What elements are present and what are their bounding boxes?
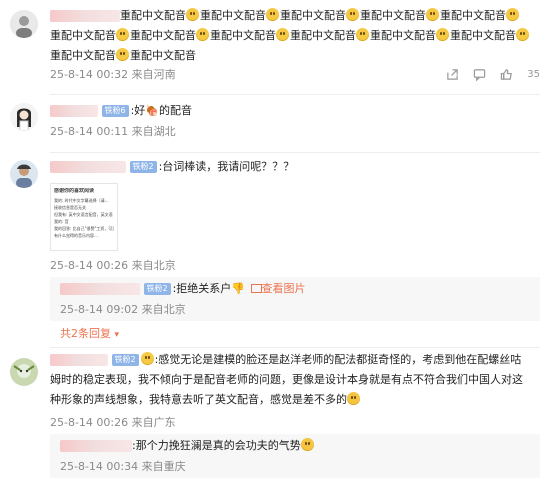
emoji-icon (436, 28, 449, 41)
fan-badge: 铁粉6 (101, 105, 129, 117)
repeated-text: 重配中文配音 (290, 29, 356, 42)
image-text-line: 感谢你的喜欢阅读 (54, 188, 95, 194)
image-text-line: 我的回答: 比自己"很赞"工资，可没 (54, 226, 114, 231)
view-image-link[interactable]: 查看图片 (262, 282, 306, 295)
avatar[interactable] (10, 160, 38, 188)
comment-icon[interactable] (473, 68, 486, 81)
repeated-text: 重配中文配音 (450, 29, 516, 42)
emoji-icon (276, 28, 289, 41)
comment-meta: 25-8-14 00:11 来自湖北 (50, 125, 176, 138)
comment: 铁粉6:好🍖的配音 25-8-14 00:11 来自湖北 (0, 95, 550, 153)
username[interactable] (50, 354, 108, 366)
emoji-icon (516, 28, 529, 41)
emoji-icon (356, 28, 369, 41)
reply-meta: 25-8-14 09:02 来自北京 (60, 303, 186, 316)
emoji-icon (426, 8, 439, 21)
like-count: 35 (527, 69, 540, 80)
fan-badge: 铁粉2 (143, 283, 171, 295)
comment-text: 铁粉2:感觉无论是建模的脸还是赵洋老师的配法都挺奇怪的，考虑到他在配螺丝咕姆时的… (50, 352, 523, 406)
reply-box: 铁粉2:拒绝关系户👎 查看图片 25-8-14 09:02 来自北京 (50, 277, 540, 321)
reply-text: 铁粉2:拒绝关系户👎 查看图片 (60, 279, 530, 299)
repeated-text: 重配中文配音 (130, 49, 196, 62)
comment-text: 重配中文配音 重配中文配音 重配中文配音 重配中文配音 重配中文配音重配中文配音 重配中文… (50, 6, 530, 66)
emoji-icon (196, 28, 209, 41)
avatar[interactable] (10, 10, 38, 38)
image-text-line: 我的: 时代中文字幕选择（请… (54, 198, 109, 203)
emoji-icon (186, 8, 199, 21)
fan-badge: 铁粉2 (129, 161, 157, 173)
username[interactable] (50, 105, 98, 117)
emoji-icon (346, 8, 359, 21)
reply-meta: 25-8-14 00:34 来自重庆 (60, 460, 186, 473)
username[interactable] (50, 161, 126, 173)
repeated-text: 重配中文配音 (200, 9, 266, 22)
emoji-icon (140, 352, 154, 365)
repeated-text: 重配中文配音 (210, 29, 276, 42)
crying-emoji-icon (347, 392, 360, 405)
emoji-icon (266, 8, 279, 21)
avatar[interactable] (10, 103, 38, 131)
like-icon[interactable] (500, 68, 513, 81)
comment: 重配中文配音 重配中文配音 重配中文配音 重配中文配音 重配中文配音重配中文配音 重配中文… (0, 0, 550, 95)
repeated-text: 重配中文配音 (50, 29, 116, 42)
emoji-icon (116, 48, 129, 61)
image-text-block: 感谢你的喜欢阅读我的: 时代中文字幕选择（请… 接收信息是否无关但我有: 英中文语… (54, 188, 114, 239)
image-text-line: 接收信息是否无关 (54, 205, 86, 210)
repeated-text: 重配中文配音 (280, 9, 346, 22)
repeated-text: 重配中文配音 (360, 9, 426, 22)
reply-text: :那个力挽狂澜是真的会功夫的气势 (60, 436, 530, 456)
fan-badge: 铁粉2 (111, 354, 139, 366)
more-replies-link[interactable]: 共2条回复 ▾ (60, 325, 119, 341)
share-icon[interactable] (446, 68, 459, 81)
reply-username[interactable] (60, 283, 140, 295)
comment-meta: 25-8-14 00:32 来自河南 (50, 68, 176, 81)
repeated-text: 重配中文配音 (130, 29, 196, 42)
comment-meta: 25-8-14 00:26 来自广东 (50, 416, 176, 429)
crying-emoji-icon (300, 438, 314, 451)
emoji-icon (506, 8, 519, 21)
comment-text: 铁粉6:好🍖的配音 (50, 101, 530, 121)
avatar[interactable] (10, 358, 38, 386)
image-text-line: 但我有: 英中文语言配音，英文语 (54, 212, 113, 217)
image-text-line: 有什么觉得的音乐内容… (54, 233, 98, 238)
chevron-down-icon: ▾ (114, 330, 120, 340)
comment: 铁粉2:台词棒读，我请问呢？？？ 感谢你的喜欢阅读我的: 时代中文字幕选择（请…… (0, 153, 550, 348)
reply-username[interactable] (60, 440, 132, 452)
image-text-line: 我的: 音 (54, 219, 69, 224)
comment-actions: 35 (446, 68, 540, 81)
username[interactable] (50, 10, 120, 22)
repeated-text: 重配中文配音 (120, 9, 186, 22)
comment: 铁粉2:感觉无论是建模的脸还是赵洋老师的配法都挺奇怪的，考虑到他在配螺丝咕姆时的… (0, 348, 550, 485)
repeated-text: 重配中文配音 (50, 49, 116, 62)
emoji-icon (116, 28, 129, 41)
reply-box: :那个力挽狂澜是真的会功夫的气势 25-8-14 00:34 来自重庆 (50, 434, 540, 478)
comment-meta: 25-8-14 00:26 来自北京 (50, 259, 176, 272)
repeated-text: 重配中文配音 (440, 9, 506, 22)
comment-image[interactable]: 感谢你的喜欢阅读我的: 时代中文字幕选择（请… 接收信息是否无关但我有: 英中文语… (50, 183, 118, 251)
repeated-text: 重配中文配音 (370, 29, 436, 42)
image-icon (250, 284, 262, 293)
comment-text: 铁粉2:台词棒读，我请问呢？？？ (50, 157, 530, 177)
